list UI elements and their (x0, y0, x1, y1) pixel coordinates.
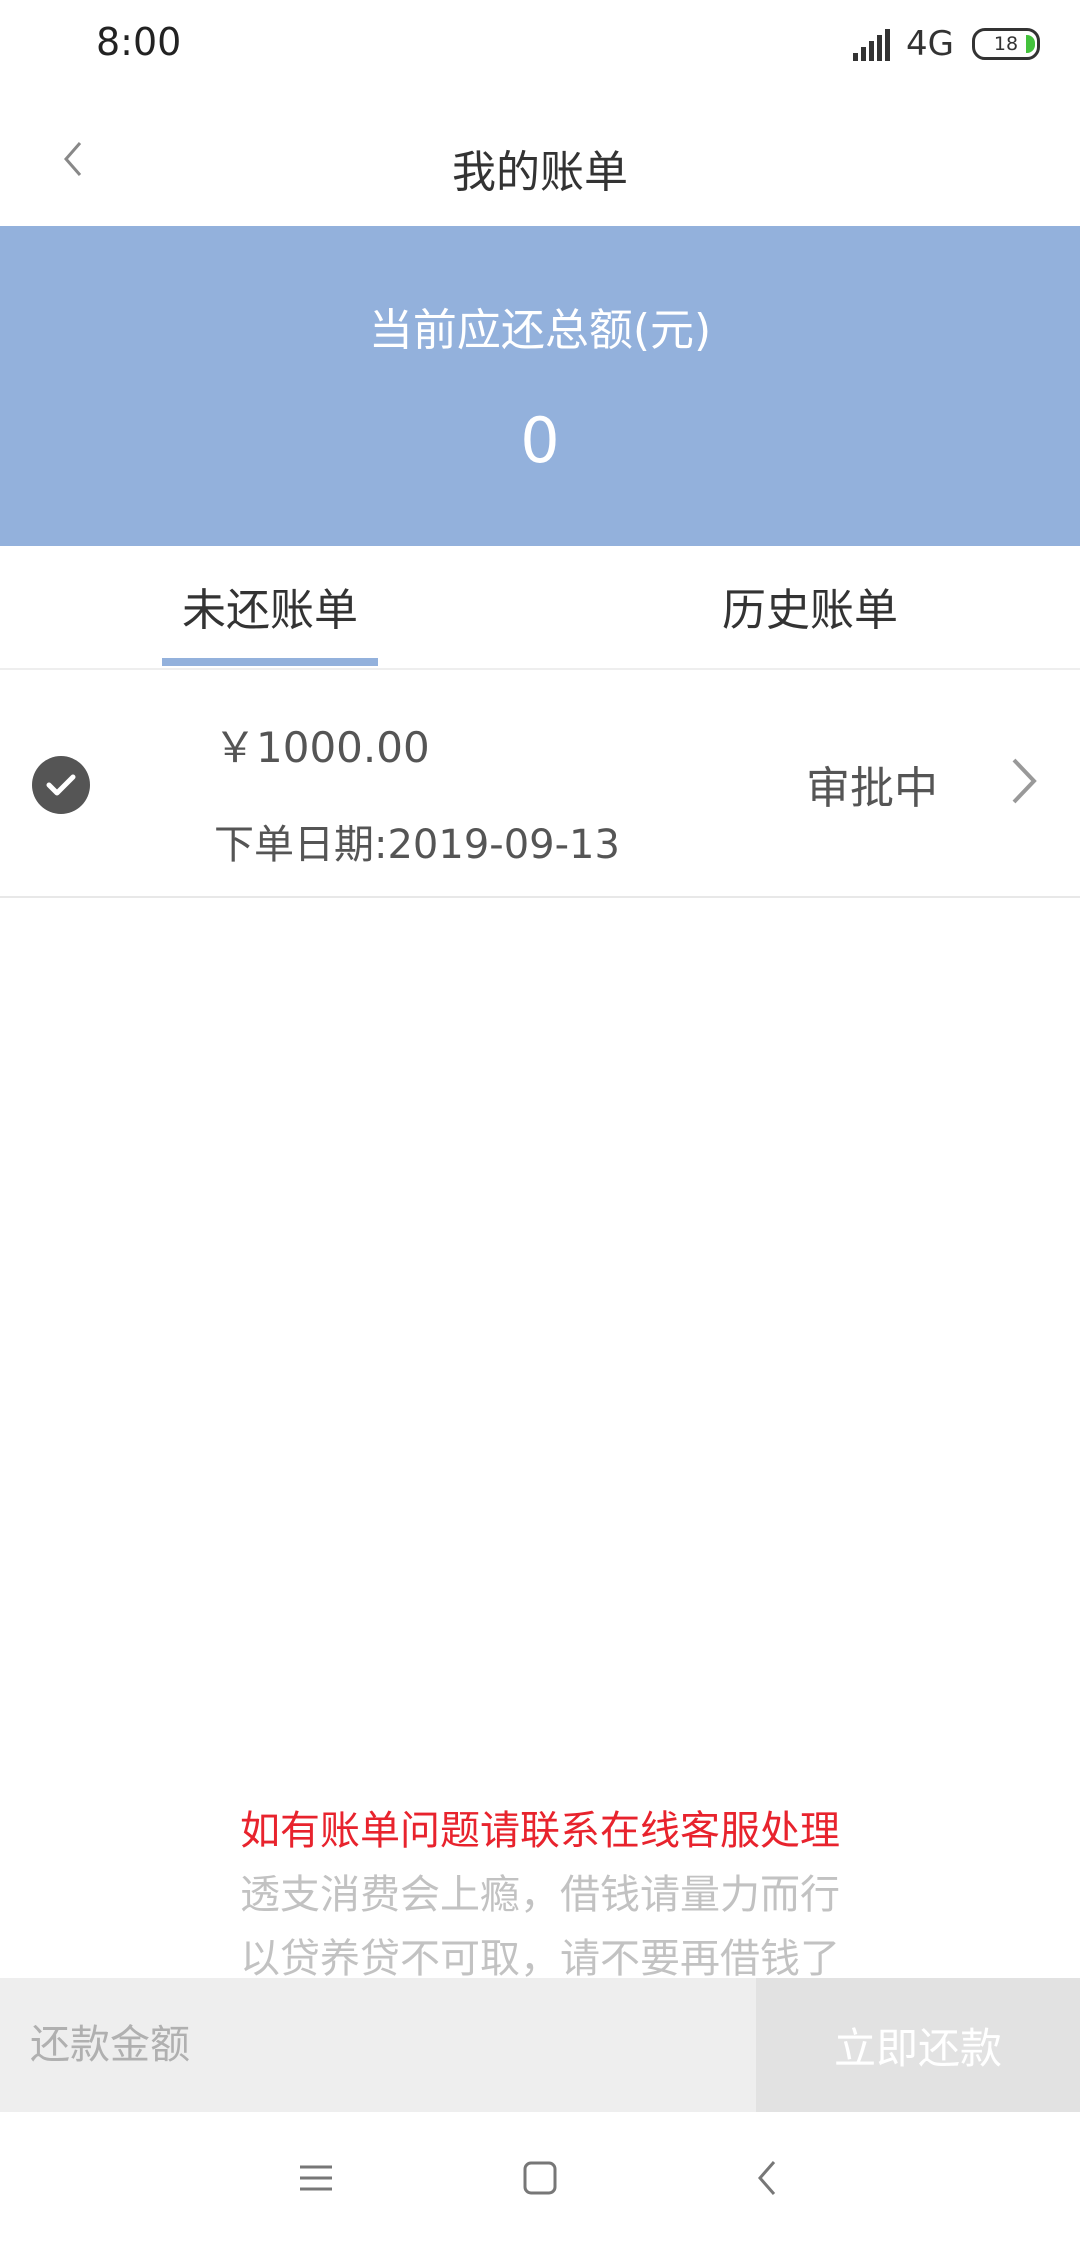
bill-order-date: 下单日期:2019-09-13 (214, 822, 620, 868)
home-icon[interactable] (510, 2152, 570, 2204)
repayment-amount-input[interactable] (0, 1978, 756, 2112)
status-indicators: 4G 18 (853, 24, 1040, 64)
back-icon[interactable] (736, 2152, 796, 2204)
battery-level: 18 (993, 33, 1019, 55)
bill-amount: ￥1000.00 (214, 723, 430, 772)
total-due-banner: 当前应还总额(元) 0 (0, 226, 1080, 546)
payment-bar: 立即还款 (0, 1978, 1080, 2112)
warning-notice-1: 透支消费会上瘾，借钱请量力而行 (240, 1872, 840, 1918)
bill-status: 审批中 (806, 763, 938, 814)
battery-icon: 18 (972, 28, 1040, 60)
nav-bar: 我的账单 (0, 92, 1080, 226)
bill-list-item[interactable]: ￥1000.00 下单日期:2019-09-13 审批中 (0, 670, 1080, 898)
tab-history-bills[interactable]: 历史账单 (702, 574, 918, 638)
repay-now-button[interactable]: 立即还款 (756, 1978, 1080, 2112)
check-circle-icon[interactable] (32, 756, 90, 814)
active-tab-indicator (162, 658, 378, 666)
system-nav-bar (0, 2112, 1080, 2244)
status-bar: 8:00 4G 18 (0, 0, 1080, 92)
menu-icon[interactable] (286, 2152, 346, 2204)
total-due-amount: 0 (520, 404, 560, 477)
signal-icon (853, 27, 891, 61)
bill-tabs: 未还账单 历史账单 (0, 546, 1080, 670)
contact-support-notice: 如有账单问题请联系在线客服处理 (240, 1808, 840, 1854)
status-time: 8:00 (96, 20, 182, 64)
page-title: 我的账单 (452, 147, 628, 198)
total-due-label: 当前应还总额(元) (368, 305, 712, 356)
tab-unpaid-bills[interactable]: 未还账单 (162, 574, 378, 638)
chevron-right-icon[interactable] (1004, 752, 1044, 810)
warning-notice-2: 以贷养贷不可取，请不要再借钱了 (240, 1936, 840, 1982)
network-type: 4G (906, 24, 954, 64)
